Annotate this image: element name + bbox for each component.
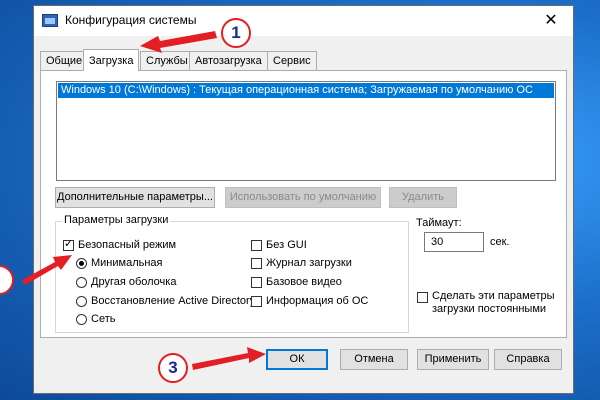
arrow-to-boot-tab bbox=[140, 31, 217, 53]
tab-boot[interactable]: Загрузка bbox=[83, 49, 140, 71]
arrow-to-ok-button bbox=[192, 347, 266, 370]
arrow-to-minimal-radio bbox=[22, 255, 72, 285]
step-1-marker: 1 bbox=[221, 18, 251, 48]
step-3-marker: 3 bbox=[158, 353, 188, 383]
